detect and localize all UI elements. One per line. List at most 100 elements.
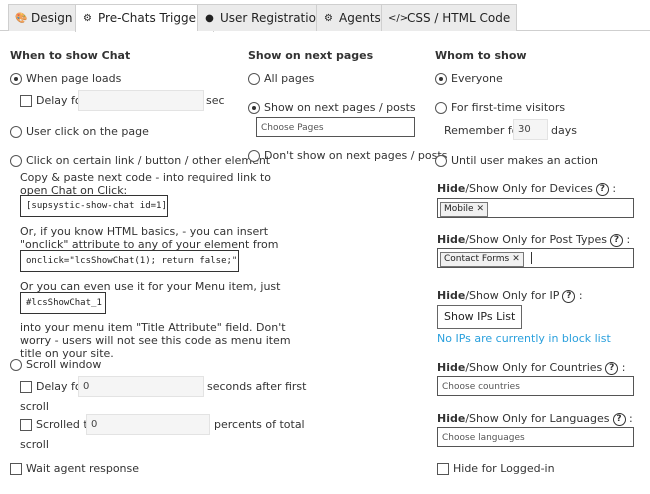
scroll-label: scroll [20,400,49,413]
checkbox-control[interactable] [10,462,22,475]
devices-heading-text: /Show Only for Devices [465,182,593,195]
delay-seconds-input[interactable] [78,90,204,111]
languages-heading: Hide/Show Only for Languages? : [437,412,633,426]
radio-control[interactable] [10,72,22,85]
tab-label: CSS / HTML Code [407,10,511,25]
devices-heading: Hide/Show Only for Devices? : [437,182,616,196]
wait-agent-checkbox-row[interactable]: Wait agent response [10,462,139,475]
checkbox-control[interactable] [20,94,32,107]
post-types-select[interactable]: Contact Forms ✕ [437,248,634,268]
scrolled-percent-input[interactable]: 0 [86,414,210,435]
checkbox-label: Wait agent response [26,462,140,475]
scroll-delay-input[interactable]: 0 [78,376,204,397]
seconds-after-label: seconds after first [207,380,307,393]
show-ips-list-button[interactable]: Show IPs List [437,305,523,329]
tab-pre-chats-triggers[interactable]: ⚙ Pre-Chats Triggers [75,4,215,32]
choose-pages-select[interactable]: Choose Pages [256,117,415,137]
hide-logged-in-checkbox-row[interactable]: Hide for Logged-in [437,462,555,475]
radio-scroll-window[interactable]: Scroll window [10,358,101,371]
radio-control[interactable] [10,125,22,138]
help-icon[interactable]: ? [612,412,626,426]
delay-for-checkbox-row[interactable]: Delay for [20,94,86,107]
radio-show-next-pages[interactable]: Show on next pages / posts [248,101,416,114]
gear-icon: ⚙ [83,13,92,24]
radio-label: For first-time visitors [451,101,566,114]
radio-click-link[interactable]: Click on certain link / button / other e… [10,154,270,167]
code-icon: </> [388,12,409,24]
radio-control[interactable] [10,154,22,167]
radio-control[interactable] [435,72,447,85]
languages-select[interactable]: Choose languages [437,427,634,447]
tag-label: Mobile [444,204,474,214]
radio-page-loads[interactable]: When page loads [10,72,121,85]
scroll-delay-checkbox-row[interactable]: Delay for [20,380,86,393]
remember-days-input[interactable]: 30 [513,119,548,140]
radio-control[interactable] [248,72,260,85]
tab-css-html-code[interactable]: </> CSS / HTML Code [381,4,518,31]
hide-word: Hide [437,233,466,246]
placeholder-text: Choose Pages [261,123,324,133]
tab-label: Design [31,10,73,25]
radio-control[interactable] [435,101,447,114]
section-title-pages: Show on next pages [248,49,374,62]
help-icon[interactable]: ? [605,361,619,375]
countries-select[interactable]: Choose countries [437,376,634,396]
help-icon[interactable]: ? [610,233,624,247]
radio-label: Show on next pages / posts [264,101,416,114]
radio-label: Everyone [451,72,503,85]
sec-label: sec [206,94,225,107]
tab-agents[interactable]: ⚙ Agents [316,4,388,31]
remove-tag-icon[interactable]: ✕ [512,250,520,269]
help-icon[interactable]: ? [562,289,576,303]
post-type-tag: Contact Forms ✕ [440,252,524,267]
shortcode-box[interactable]: [supsystic-show-chat id=1] [20,195,168,217]
user-icon: ● [205,12,214,24]
colon: : [626,233,631,246]
radio-control[interactable] [248,149,260,162]
section-title-whom: Whom to show [435,49,527,62]
menu-code-box[interactable]: #lcsShowChat_1 [20,292,106,314]
onclick-code-box[interactable]: onclick="lcsShowChat(1); return false;" [20,250,239,272]
help-icon[interactable]: ? [595,182,609,196]
colon: : [621,361,626,374]
ip-heading-text: /Show Only for IP [465,289,560,302]
menu-attribute-note: into your menu item "Title Attribute" fi… [20,321,291,360]
post-types-heading-text: /Show Only for Post Types [465,233,608,246]
percents-label: percents of total [214,418,305,431]
checkbox-control[interactable] [20,418,32,431]
radio-label: Click on certain link / button / other e… [26,154,271,167]
tag-label: Contact Forms [444,254,510,264]
agent-icon: ⚙ [324,12,333,24]
radio-control[interactable] [248,101,260,114]
countries-heading-text: /Show Only for Countries [465,361,603,374]
hide-word: Hide [437,289,466,302]
radio-label: All pages [264,72,315,85]
languages-heading-text: /Show Only for Languages [465,412,610,425]
colon: : [578,289,583,302]
tab-design[interactable]: 🎨 Design [8,4,80,31]
devices-select[interactable]: Mobile ✕ [437,198,634,218]
scrolled-to-checkbox-row[interactable]: Scrolled to [20,418,94,431]
radio-dont-show-next[interactable]: Don't show on next pages / posts [248,149,447,162]
radio-until-action[interactable]: Until user makes an action [435,154,598,167]
days-label: days [551,124,577,137]
checkbox-control[interactable] [20,380,32,393]
radio-first-time-visitors[interactable]: For first-time visitors [435,101,565,114]
radio-everyone[interactable]: Everyone [435,72,503,85]
tab-label: Pre-Chats Triggers [98,11,208,25]
countries-heading: Hide/Show Only for Countries? : [437,361,625,375]
radio-label: When page loads [26,72,122,85]
radio-user-click[interactable]: User click on the page [10,125,149,138]
remove-tag-icon[interactable]: ✕ [477,200,485,219]
radio-control[interactable] [10,358,22,371]
tab-user-registration[interactable]: ● User Registration [197,4,331,31]
checkbox-label: Hide for Logged-in [453,462,555,475]
radio-all-pages[interactable]: All pages [248,72,314,85]
device-tag: Mobile ✕ [440,200,489,219]
tab-label: User Registration [220,10,324,25]
radio-control[interactable] [435,154,447,167]
checkbox-control[interactable] [437,462,449,475]
text-cursor [530,252,532,264]
tab-label: Agents [339,10,381,25]
palette-icon: 🎨 [15,12,28,24]
